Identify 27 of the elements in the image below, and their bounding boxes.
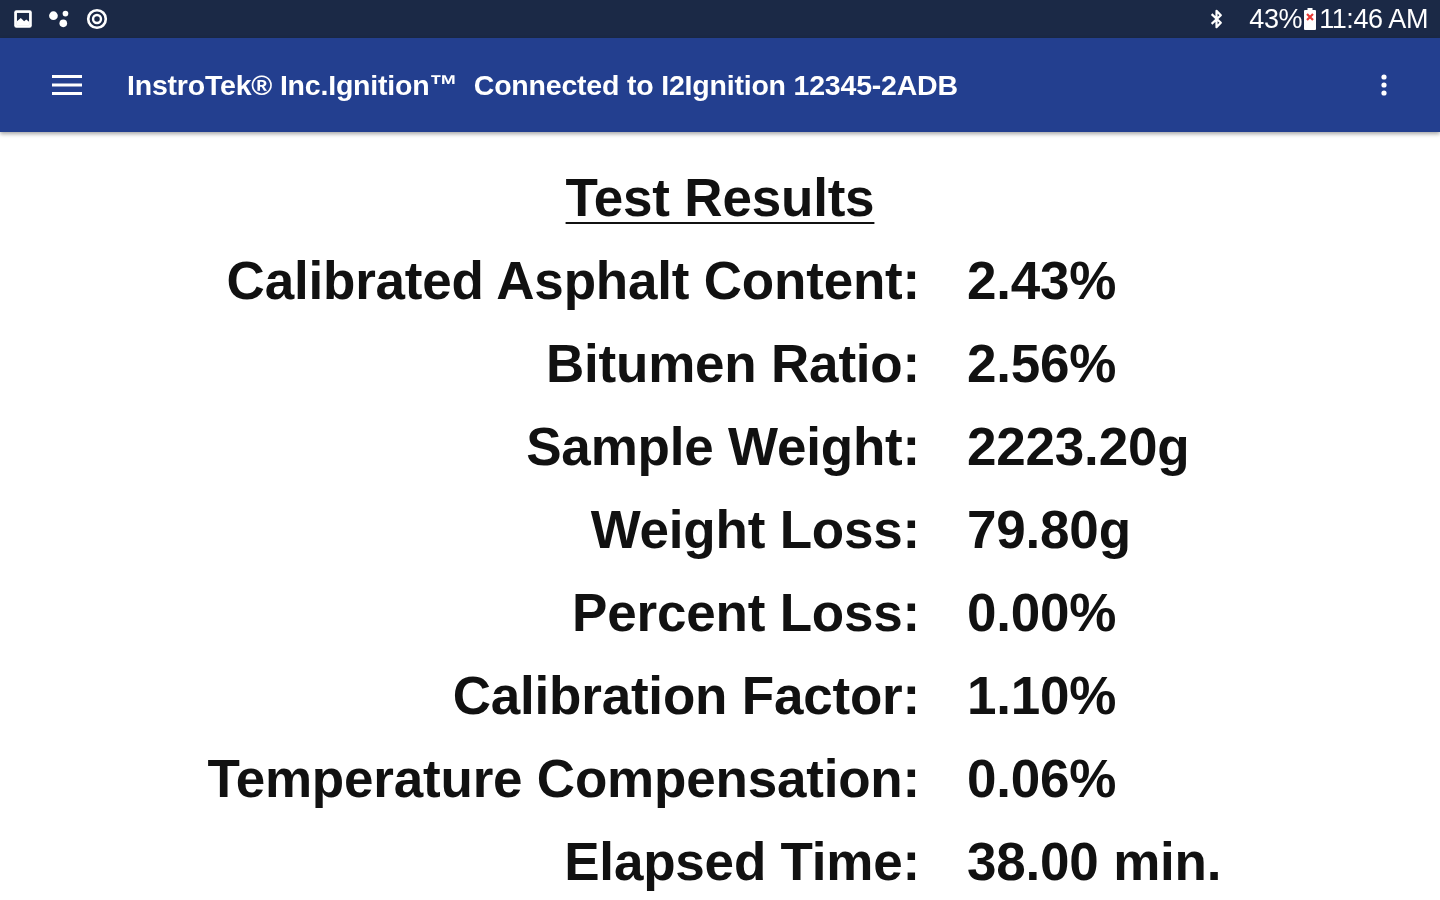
result-value: 0.00% xyxy=(967,583,1117,643)
result-label: Calibration Factor: xyxy=(452,666,920,726)
result-value: 2223.20g xyxy=(967,417,1190,477)
result-label: Percent Loss: xyxy=(572,583,920,643)
image-icon xyxy=(12,8,34,30)
menu-icon xyxy=(52,75,82,95)
result-label: Temperature Compensation: xyxy=(207,749,920,809)
more-options-icon xyxy=(1381,74,1387,96)
battery-icon xyxy=(1304,8,1317,30)
bluetooth-icon xyxy=(1210,8,1224,30)
result-label: Elapsed Time: xyxy=(564,832,920,892)
result-value: 2.43% xyxy=(967,251,1117,311)
result-value: 79.80g xyxy=(967,500,1131,560)
connection-status: Connected to I2Ignition 12345-2ADB xyxy=(473,68,958,102)
ring-icon xyxy=(86,8,108,30)
result-value: 2.56% xyxy=(967,334,1117,394)
result-label: Sample Weight: xyxy=(526,417,920,477)
clock-time: 11:46 AM xyxy=(1319,3,1428,35)
result-value: 0.06% xyxy=(967,749,1117,809)
result-label: Weight Loss: xyxy=(590,500,920,560)
result-label: Bitumen Ratio: xyxy=(545,334,920,394)
app-title: InstroTek® Inc.Ignition™ xyxy=(127,68,458,102)
results-heading: Test Results xyxy=(565,168,875,228)
result-value: 38.00 min. xyxy=(967,832,1222,892)
result-label: Calibrated Asphalt Content: xyxy=(226,251,920,311)
result-value: 1.10% xyxy=(967,666,1117,726)
battery-percent: 43% xyxy=(1249,3,1303,35)
